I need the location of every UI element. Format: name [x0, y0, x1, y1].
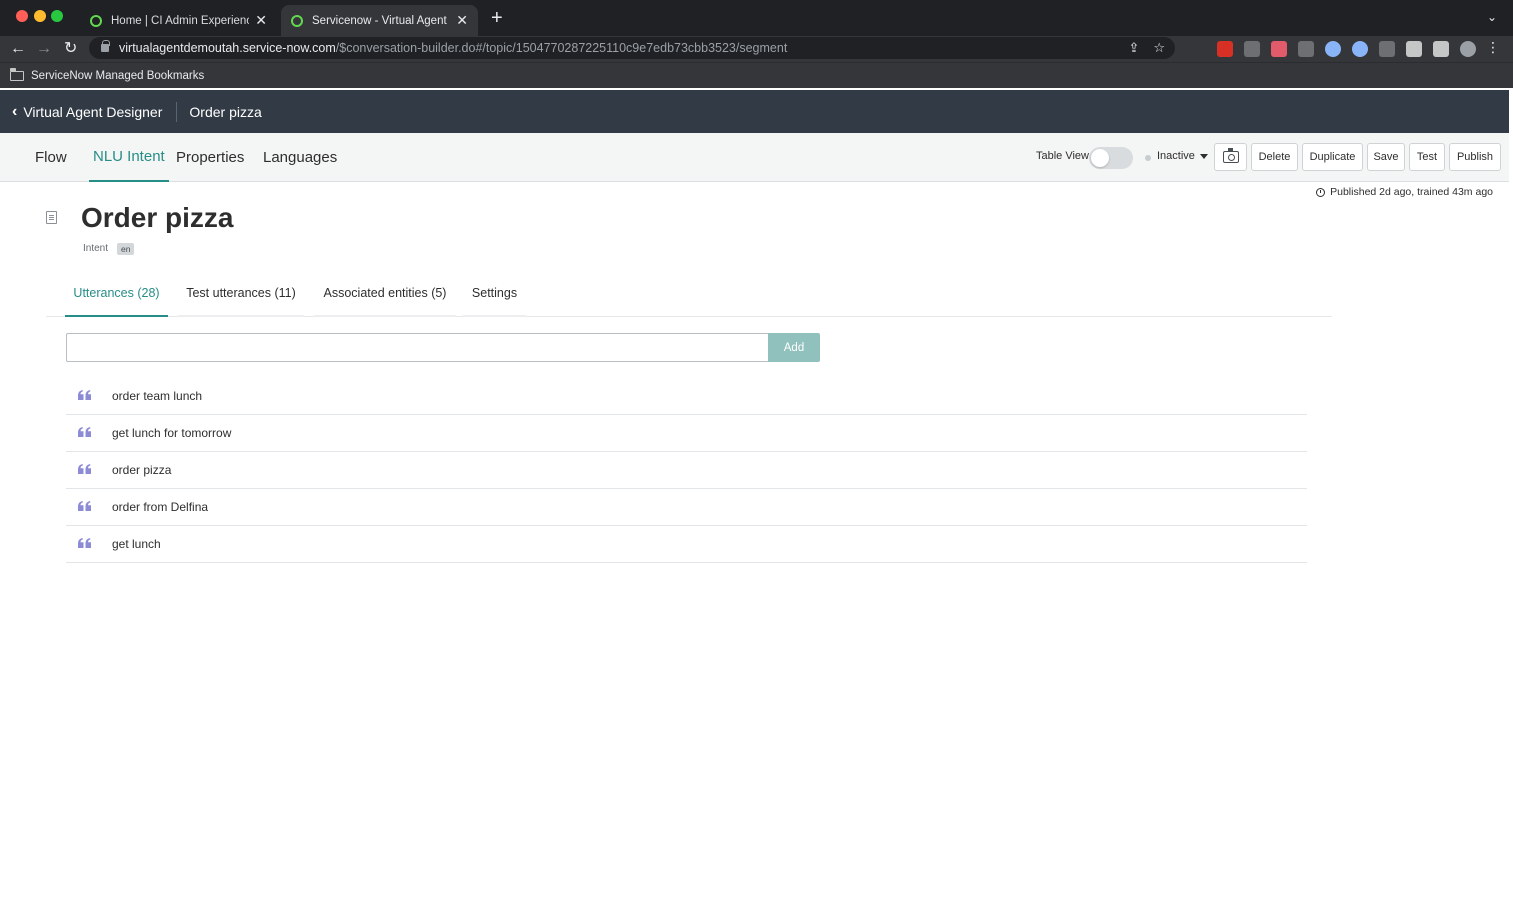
table-view-label: Table View	[1036, 150, 1089, 162]
page-title: Order pizza	[81, 202, 234, 233]
profile-avatar[interactable]	[1460, 41, 1476, 57]
tab-close-icon[interactable]: ✕	[255, 12, 267, 29]
app-header: ‹ Virtual Agent Designer Order pizza	[0, 90, 1509, 133]
extension-placeholder-icon[interactable]	[1190, 41, 1206, 57]
minimize-window-button[interactable]	[34, 10, 46, 22]
bookmarks-bar: ServiceNow Managed Bookmarks	[0, 62, 1513, 88]
clock-icon	[1316, 187, 1326, 197]
save-button[interactable]: Save	[1367, 143, 1405, 171]
new-tab-button[interactable]: +	[491, 8, 503, 28]
extension-gear-icon[interactable]	[1352, 41, 1368, 57]
test-button[interactable]: Test	[1409, 143, 1445, 171]
back-to-designer-button[interactable]: ‹ Virtual Agent Designer	[0, 102, 163, 120]
folder-icon	[10, 67, 24, 81]
close-window-button[interactable]	[16, 10, 28, 22]
side-panel-icon[interactable]	[1433, 41, 1449, 57]
extension-gem-icon[interactable]	[1325, 41, 1341, 57]
caret-down-icon	[1199, 153, 1208, 159]
back-label: Virtual Agent Designer	[23, 103, 163, 120]
pocket-icon[interactable]	[1271, 41, 1287, 57]
camera-icon	[1222, 148, 1239, 163]
omnibox-actions: ⇪ ☆	[1128, 40, 1165, 56]
tab-associated-entities[interactable]: Associated entities (5)	[314, 270, 456, 317]
quote-icon	[78, 427, 91, 437]
list-item[interactable]: get lunch for tomorrow	[66, 415, 1307, 452]
servicenow-favicon-icon	[90, 14, 102, 27]
chevron-left-icon: ‹	[12, 102, 18, 120]
delete-button[interactable]: Delete	[1251, 143, 1298, 171]
share-icon[interactable]: ⇪	[1128, 40, 1139, 56]
tab-test-utterances[interactable]: Test utterances (11)	[178, 270, 304, 317]
puzzle-icon[interactable]	[1406, 41, 1422, 57]
tab-nlu-intent[interactable]: NLU Intent	[89, 133, 169, 182]
tab-settings[interactable]: Settings	[463, 270, 526, 317]
bookmark-star-icon[interactable]: ☆	[1153, 40, 1165, 56]
list-item[interactable]: order pizza	[66, 452, 1307, 489]
publish-button[interactable]: Publish	[1449, 143, 1501, 171]
browser-tab-home[interactable]: Home | CI Admin Experience | S ✕	[80, 5, 277, 36]
browser-toolbar: ← → ↻ virtualagentdemoutah.service-now.c…	[0, 36, 1513, 62]
table-view-toggle[interactable]	[1089, 147, 1133, 169]
tab-close-icon[interactable]: ✕	[456, 12, 468, 29]
status-value: Inactive	[1157, 150, 1195, 162]
quote-icon	[78, 501, 91, 511]
servicenow-favicon-icon	[291, 14, 303, 27]
language-badge: en	[117, 243, 135, 255]
browser-titlebar: Home | CI Admin Experience | S ✕ Service…	[0, 0, 1513, 36]
list-item[interactable]: order from Delfina	[66, 489, 1307, 526]
utterance-list: order team lunch get lunch for tomorrow …	[66, 378, 1307, 563]
utterance-text: order from Delfina	[112, 500, 209, 514]
published-text: Published 2d ago, trained 43m ago	[1330, 186, 1493, 198]
tab-flow[interactable]: Flow	[35, 133, 67, 182]
quote-icon	[78, 390, 91, 400]
document-icon	[46, 211, 57, 224]
extension-badge-icon[interactable]	[1217, 41, 1233, 57]
utterance-text: order team lunch	[112, 389, 203, 403]
toggle-knob	[1091, 149, 1109, 167]
quote-icon	[78, 464, 91, 474]
list-item[interactable]: get lunch	[66, 526, 1307, 563]
header-divider	[176, 101, 178, 122]
topic-title: Order pizza	[189, 103, 262, 120]
intent-type-label: Intent	[83, 243, 109, 254]
extension-grid-icon[interactable]	[1298, 41, 1314, 57]
utterance-text: order pizza	[112, 463, 172, 477]
forward-arrow-icon[interactable]: →	[36, 39, 52, 59]
back-arrow-icon[interactable]: ←	[10, 39, 26, 59]
bookmark-folder-servicenow[interactable]: ServiceNow Managed Bookmarks	[31, 70, 204, 82]
url-text: virtualagentdemoutah.service-now.com/$co…	[119, 41, 788, 55]
quote-icon	[78, 538, 91, 548]
utterance-text: get lunch	[112, 537, 161, 551]
reload-icon[interactable]: ↻	[64, 39, 77, 59]
duplicate-button[interactable]: Duplicate	[1302, 143, 1363, 171]
snapshot-button[interactable]	[1214, 143, 1247, 171]
utterance-input[interactable]	[66, 333, 769, 362]
maximize-window-button[interactable]	[51, 10, 63, 22]
status-dropdown[interactable]: Inactive	[1157, 150, 1208, 162]
tab-title: Servicenow - Virtual Agent Des	[312, 14, 450, 27]
lock-icon	[101, 40, 110, 52]
list-item[interactable]: order team lunch	[66, 378, 1307, 415]
screenshot-extension-icon[interactable]	[1379, 41, 1395, 57]
utterance-text: get lunch for tomorrow	[112, 426, 232, 440]
extension-k-icon[interactable]	[1244, 41, 1260, 57]
tab-languages[interactable]: Languages	[263, 133, 337, 182]
extensions-bar	[1190, 41, 1476, 57]
address-bar[interactable]: virtualagentdemoutah.service-now.com/$co…	[89, 37, 1175, 59]
add-utterance-button[interactable]: Add	[768, 333, 820, 362]
tab-properties[interactable]: Properties	[176, 133, 244, 182]
browser-menu-icon[interactable]: ⋮	[1486, 39, 1500, 56]
status-dot-icon	[1145, 155, 1151, 161]
published-status: Published 2d ago, trained 43m ago	[1316, 186, 1493, 198]
tab-title: Home | CI Admin Experience | S	[111, 14, 250, 27]
tab-search-chevron-icon[interactable]: ⌄	[1487, 10, 1497, 24]
browser-tab-virtual-agent[interactable]: Servicenow - Virtual Agent Des ✕	[281, 5, 478, 36]
tab-utterances[interactable]: Utterances (28)	[65, 270, 168, 317]
